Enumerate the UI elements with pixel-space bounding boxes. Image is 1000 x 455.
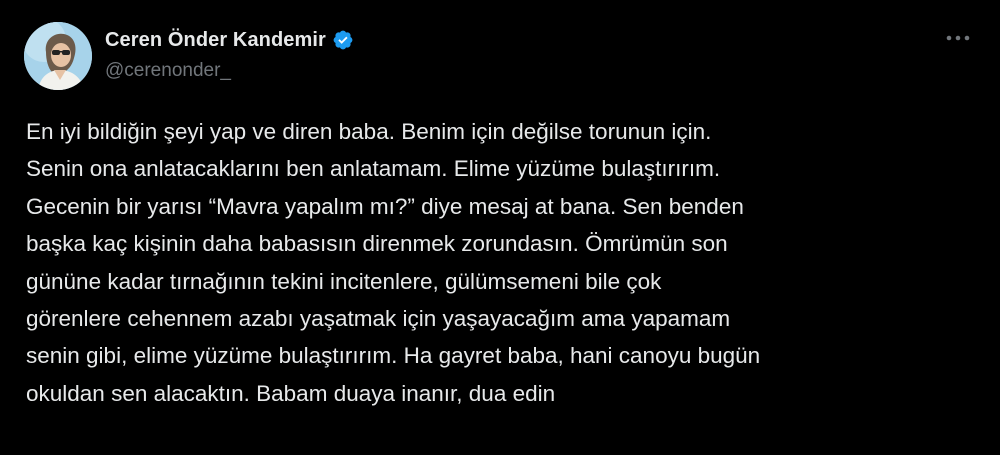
author-handle[interactable]: @cerenonder_ [105,60,231,82]
avatar-image [24,22,92,90]
author-name-row: Ceren Önder Kandemir [105,27,354,53]
tweet-text: En iyi bildiğin şeyi yap ve diren baba. … [26,119,761,406]
author-display-name[interactable]: Ceren Önder Kandemir [105,29,326,52]
more-options-icon[interactable] [940,26,976,50]
profile-avatar[interactable] [24,22,92,90]
tweet-card: Ceren Önder Kandemir @cerenonder_ En iyi… [0,0,1000,455]
verified-badge-icon[interactable] [332,29,354,51]
